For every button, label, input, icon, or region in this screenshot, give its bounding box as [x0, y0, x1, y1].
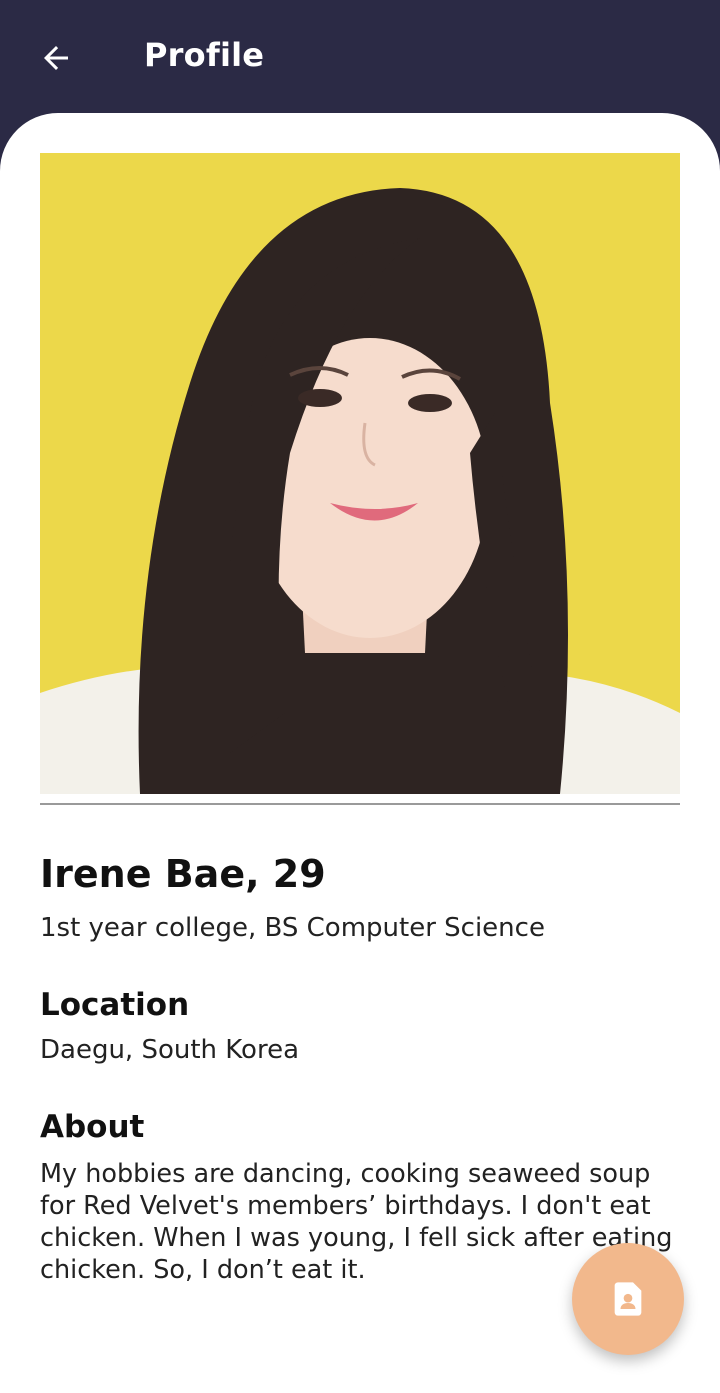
profile-photo: [40, 153, 680, 794]
profile-name-age: Irene Bae, 29: [40, 852, 326, 896]
app-bar: Profile: [0, 0, 720, 130]
contact-file-icon: [614, 1282, 642, 1316]
back-button[interactable]: [32, 34, 80, 82]
arrow-left-icon: [44, 46, 68, 70]
profile-education: 1st year college, BS Computer Science: [40, 913, 545, 943]
profile-sheet: Irene Bae, 29 1st year college, BS Compu…: [0, 113, 720, 1393]
photo-divider: [40, 803, 680, 805]
location-heading: Location: [40, 987, 190, 1023]
profile-location: Daegu, South Korea: [40, 1035, 299, 1065]
contact-fab-button[interactable]: [572, 1243, 684, 1355]
page-title: Profile: [144, 36, 265, 74]
about-heading: About: [40, 1109, 145, 1145]
